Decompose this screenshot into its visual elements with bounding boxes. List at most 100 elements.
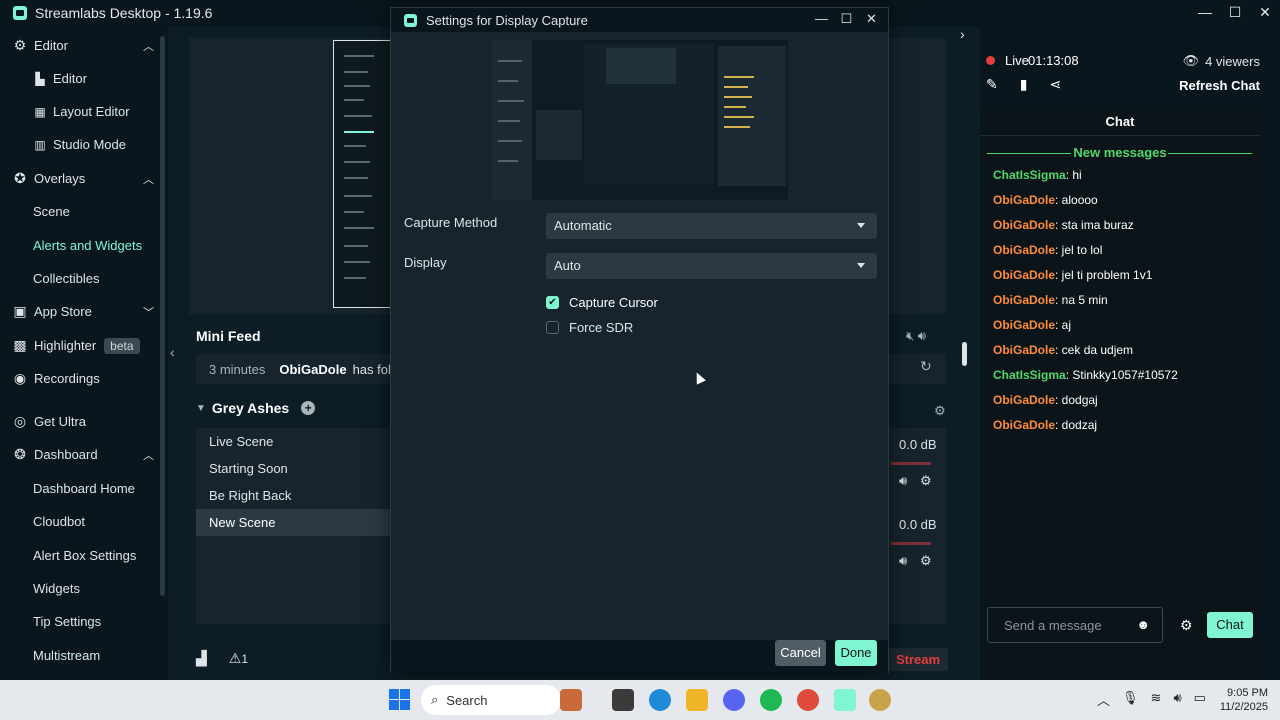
chat-username[interactable]: ObiGaDole — [993, 268, 1055, 282]
dialog-minimize-button[interactable]: — — [809, 8, 834, 30]
sidebar-scrollbar[interactable] — [160, 36, 165, 596]
capture-cursor-option[interactable]: ✔ Capture Cursor — [546, 295, 658, 310]
add-scene-icon[interactable]: + — [301, 401, 316, 415]
capture-cursor-checkbox[interactable]: ✔ — [546, 296, 559, 309]
dialog-maximize-button[interactable]: ☐ — [834, 8, 859, 30]
sidebar-item-alert-box-settings[interactable]: Alert Box Settings — [0, 539, 168, 572]
chat-input[interactable] — [1004, 618, 1134, 633]
sidebar-item-dashboard-home[interactable]: Dashboard Home — [0, 472, 168, 505]
sidebar-item-layout-editor[interactable]: ▦ Layout Editor — [0, 95, 168, 128]
sidebar-item-widgets[interactable]: Widgets — [0, 572, 168, 605]
chat-username[interactable]: ObiGaDole — [993, 393, 1055, 407]
emoji-icon[interactable]: ☻ — [1136, 617, 1150, 632]
scene-item-new-scene[interactable]: New Scene — [196, 509, 396, 536]
display-select[interactable]: Auto — [546, 253, 877, 279]
chat-send-button[interactable]: Chat — [1207, 612, 1253, 638]
chat-username[interactable]: ObiGaDole — [993, 218, 1055, 232]
close-button[interactable]: ✕ — [1250, 0, 1280, 26]
done-button[interactable]: Done — [835, 640, 877, 666]
clip-icon[interactable]: ▮ — [1020, 76, 1028, 93]
chat-text: : sta ima buraz — [1055, 218, 1134, 232]
nav-group-dashboard[interactable]: ❂ Dashboard ︿ — [0, 438, 168, 471]
volume-icon[interactable]: 🔊︎ — [1173, 690, 1181, 709]
force-sdr-option[interactable]: Force SDR — [546, 320, 633, 335]
force-sdr-checkbox[interactable] — [546, 321, 559, 334]
collapse-left-icon[interactable]: ‹ — [170, 344, 175, 360]
nav-group-overlays[interactable]: ✪ Overlays ︿ — [0, 162, 168, 195]
nav-group-recordings[interactable]: ◉ Recordings — [0, 362, 168, 395]
preview-source-frame[interactable] — [333, 40, 393, 308]
chat-username[interactable]: ObiGaDole — [993, 293, 1055, 307]
sidebar-item-label: Widgets — [33, 581, 80, 596]
sidebar: ⚙ Editor ︿ ▙ Editor ▦ Layout Editor ▥ St… — [0, 26, 168, 680]
microphone-icon[interactable]: 🎙︎ — [1122, 690, 1139, 709]
chat-input-box[interactable]: ☻ — [987, 607, 1163, 643]
widgets-icon[interactable] — [560, 689, 582, 711]
file-explorer-icon[interactable] — [612, 689, 634, 711]
gear-icon[interactable]: ⚙ — [920, 473, 932, 489]
wifi-icon[interactable]: ≋ — [1151, 690, 1162, 709]
chat-username[interactable]: ObiGaDole — [993, 193, 1055, 207]
pencil-icon[interactable]: ✎ — [986, 76, 998, 93]
ultra-icon: ◎ — [13, 413, 27, 429]
taskbar-search[interactable]: ⌕ Search — [421, 685, 561, 715]
sidebar-item-editor[interactable]: ▙ Editor — [0, 62, 168, 95]
cancel-button[interactable]: Cancel — [775, 640, 826, 666]
windows-start-icon[interactable] — [389, 689, 411, 711]
chat-username[interactable]: ObiGaDole — [993, 318, 1055, 332]
refresh-feed-icon[interactable]: ↻ — [920, 358, 932, 375]
scenes-list: Live Scene Starting Soon Be Right Back N… — [196, 428, 396, 624]
sidebar-item-collectibles[interactable]: Collectibles — [0, 262, 168, 295]
dialog-close-button[interactable]: ✕ — [859, 8, 884, 30]
chat-username[interactable]: ObiGaDole — [993, 343, 1055, 357]
battery-icon[interactable]: ▭ — [1194, 690, 1206, 709]
chat-text: : aloooo — [1055, 193, 1098, 207]
scene-item-live-scene[interactable]: Live Scene — [196, 428, 396, 455]
sidebar-item-alerts-and-widgets[interactable]: Alerts and Widgets — [0, 229, 168, 262]
sidebar-item-cloudbot[interactable]: Cloudbot — [0, 505, 168, 538]
chat-username[interactable]: ChatIsSigma — [993, 168, 1066, 182]
chat-username[interactable]: ChatIsSigma — [993, 368, 1066, 382]
system-clock[interactable]: 9:05 PM 11/2/2025 — [1212, 686, 1268, 714]
performance-icon[interactable]: ▟ — [196, 650, 207, 667]
chevron-up-icon: ︿ — [143, 449, 154, 462]
sidebar-item-studio-mode[interactable]: ▥ Studio Mode — [0, 128, 168, 161]
edge-browser-icon[interactable] — [649, 689, 671, 711]
nav-group-editor[interactable]: ⚙ Editor ︿ — [0, 29, 168, 62]
speaker-icon[interactable]: 🔊︎ — [899, 473, 907, 489]
nav-group-get-ultra[interactable]: ◎ Get Ultra — [0, 405, 168, 438]
mixer-settings-icon[interactable]: ⚙ — [934, 403, 946, 419]
collapse-right-icon[interactable]: › — [960, 26, 965, 42]
capture-method-select[interactable]: Automatic — [546, 213, 877, 239]
alert-warning-icon[interactable]: ⚠ — [229, 650, 242, 667]
nav-group-highlighter[interactable]: ▩ Highlighter beta — [0, 329, 168, 362]
chat-username[interactable]: ObiGaDole — [993, 418, 1055, 432]
sidebar-item-scene[interactable]: Scene — [0, 195, 168, 228]
scene-collection-header[interactable]: ▼ Grey Ashes + — [196, 400, 316, 416]
sidebar-item-multistream[interactable]: Multistream — [0, 639, 168, 672]
mute-icon[interactable]: 🔇︎ 🔊︎ — [906, 328, 926, 344]
refresh-chat-button[interactable]: Refresh Chat — [1179, 78, 1260, 93]
main-scrollbar[interactable] — [962, 342, 967, 366]
scene-item-starting-soon[interactable]: Starting Soon — [196, 455, 396, 482]
game-launcher-icon[interactable] — [869, 689, 891, 711]
spotify-icon[interactable] — [760, 689, 782, 711]
streamlabs-taskbar-icon[interactable] — [834, 689, 856, 711]
chat-settings-icon[interactable]: ⚙ — [1180, 617, 1193, 634]
capture-cursor-label: Capture Cursor — [569, 295, 658, 310]
go-live-button[interactable]: Stream — [888, 648, 949, 671]
nav-group-app-store[interactable]: ▣ App Store ﹀ — [0, 295, 168, 328]
gear-icon[interactable]: ⚙ — [920, 553, 932, 569]
minimize-button[interactable]: — — [1190, 0, 1220, 26]
scene-item-be-right-back[interactable]: Be Right Back — [196, 482, 396, 509]
sidebar-item-label: Dashboard Home — [33, 481, 135, 496]
folder-icon[interactable] — [686, 689, 708, 711]
chrome-icon[interactable] — [797, 689, 819, 711]
discord-icon[interactable] — [723, 689, 745, 711]
chevron-up-icon[interactable]: ︿ — [1097, 690, 1110, 709]
speaker-icon[interactable]: 🔊︎ — [899, 553, 907, 569]
chat-username[interactable]: ObiGaDole — [993, 243, 1055, 257]
share-icon[interactable]: ⋖ — [1049, 76, 1061, 93]
sidebar-item-tip-settings[interactable]: Tip Settings — [0, 605, 168, 638]
maximize-button[interactable]: ☐ — [1220, 0, 1250, 26]
